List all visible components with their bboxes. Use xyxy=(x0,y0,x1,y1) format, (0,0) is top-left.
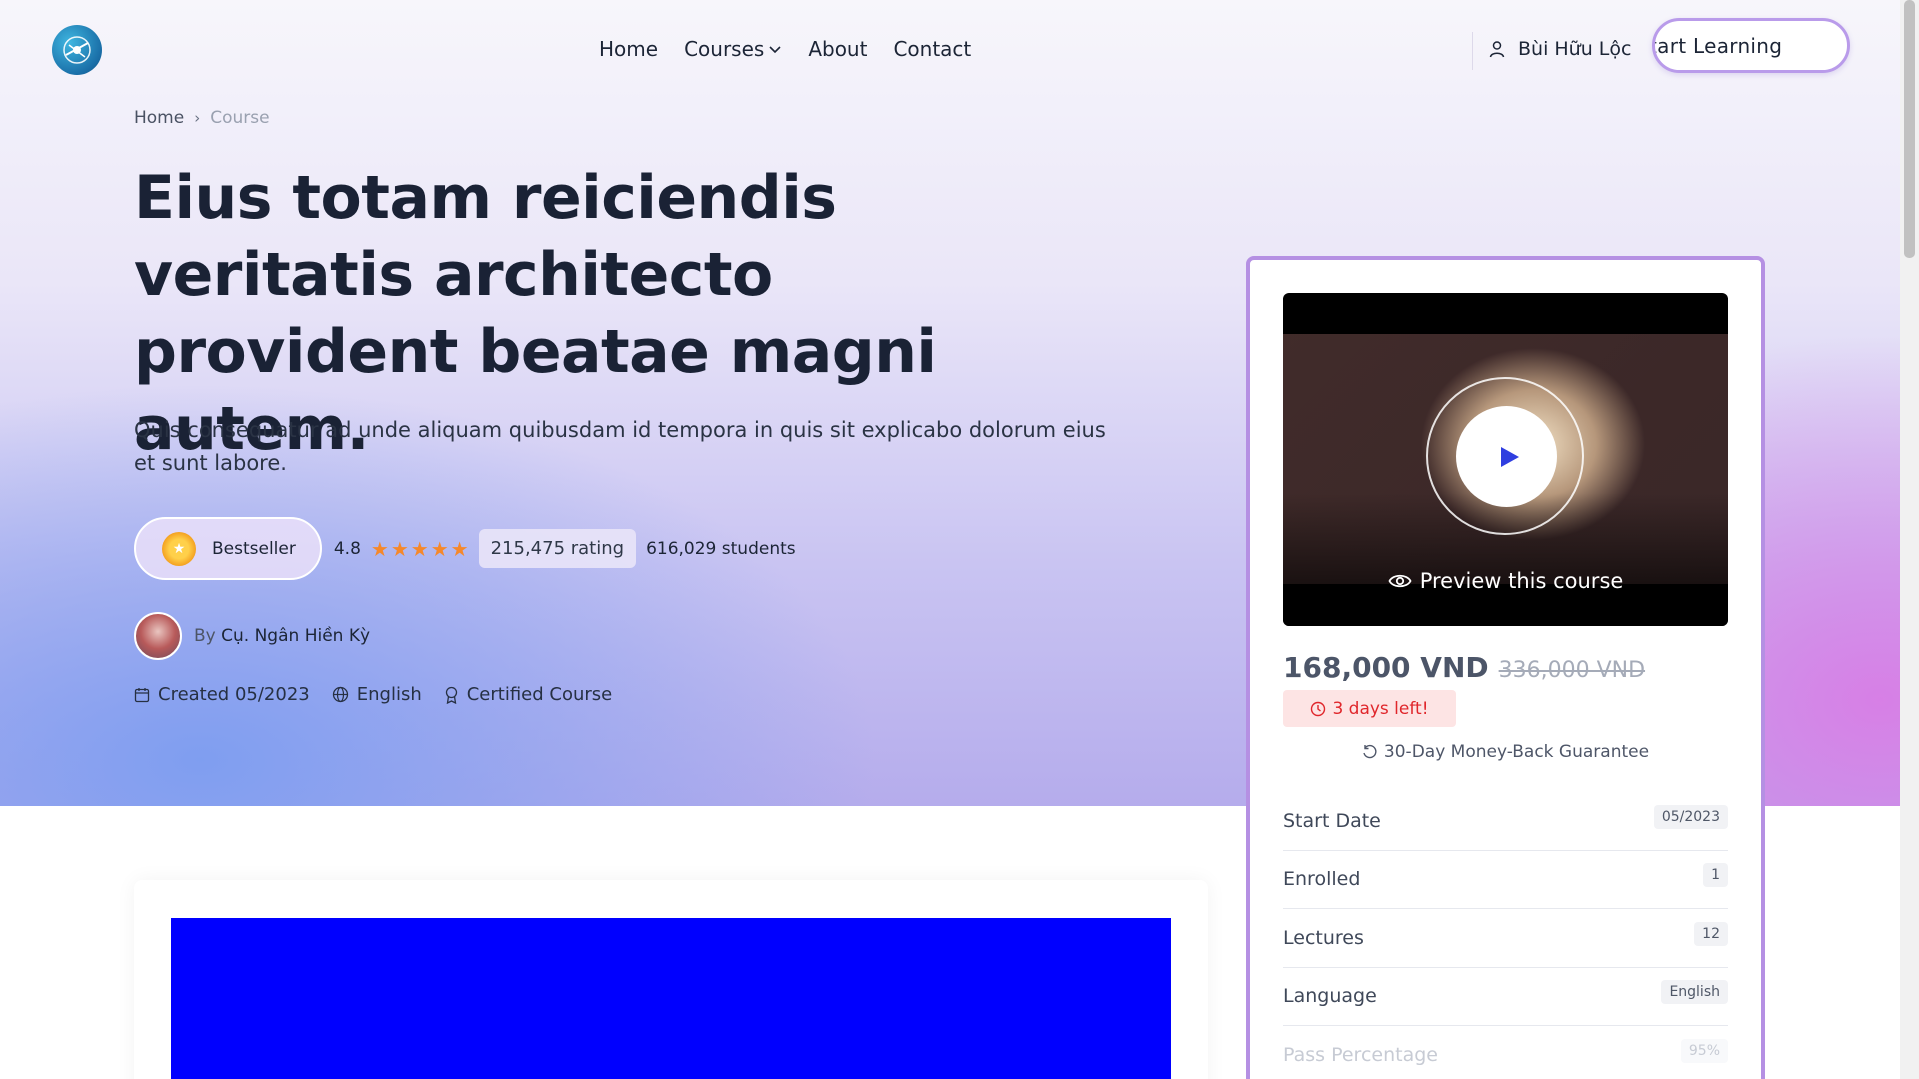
author: By Cụ. Ngân Hiền Kỳ xyxy=(134,612,370,660)
nav-home[interactable]: Home xyxy=(599,37,658,61)
award-icon xyxy=(445,686,457,704)
days-left-text: 3 days left! xyxy=(1332,698,1429,719)
detail-value: English xyxy=(1661,980,1728,1005)
preview-text: Preview this course xyxy=(1419,569,1624,593)
play-button[interactable] xyxy=(1456,406,1557,507)
header-divider xyxy=(1472,32,1473,70)
certified-course: Certified Course xyxy=(444,684,613,705)
badge-label: Bestseller xyxy=(212,538,296,559)
star-icon: ★ xyxy=(410,536,429,561)
nav-home-label: Home xyxy=(599,37,659,61)
breadcrumb-home[interactable]: Home xyxy=(134,108,184,128)
bestseller-badge: ★ Bestseller xyxy=(134,517,322,580)
detail-row-language: Language English xyxy=(1283,968,1728,1026)
nav-contact[interactable]: Contact xyxy=(893,37,971,61)
course-preview-video[interactable]: Preview this course xyxy=(1283,293,1728,626)
clock-icon xyxy=(1311,701,1326,716)
detail-value: 95% xyxy=(1680,1038,1728,1063)
scrollbar-thumb[interactable] xyxy=(1904,0,1915,258)
nav-contact-label: Contact xyxy=(893,37,972,61)
star-icon: ★ xyxy=(450,536,469,561)
preview-label[interactable]: Preview this course xyxy=(1283,569,1728,593)
detail-row-lectures: Lectures 12 xyxy=(1283,909,1728,968)
page-scrollbar[interactable] xyxy=(1900,0,1919,1079)
avatar[interactable] xyxy=(134,612,182,660)
author-name[interactable]: Cụ. Ngân Hiền Kỳ xyxy=(221,626,370,646)
detail-value: 05/2023 xyxy=(1653,804,1728,829)
logo-icon xyxy=(63,36,91,64)
days-left-badge: 3 days left! xyxy=(1283,690,1456,727)
breadcrumb-current: Course xyxy=(210,108,270,128)
calendar-icon xyxy=(134,687,150,702)
course-info: Created 05/2023 English Certified Course xyxy=(134,684,612,705)
breadcrumb-separator: › xyxy=(194,109,201,127)
nav-about[interactable]: About xyxy=(808,37,867,61)
start-learning-label: tart Learning xyxy=(1652,33,1783,58)
refresh-icon xyxy=(1363,744,1377,759)
course-meta: ★ Bestseller 4.8 ★ ★ ★ ★ ★ 215,475 ratin… xyxy=(134,517,796,580)
detail-label: Start Date xyxy=(1283,809,1381,832)
star-icon: ★ xyxy=(430,536,449,561)
detail-value: 1 xyxy=(1703,863,1728,888)
detail-value: 12 xyxy=(1694,921,1728,946)
nav-courses-label: Courses xyxy=(684,37,765,61)
user-menu[interactable]: Bùi Hữu Lộc xyxy=(1488,38,1631,60)
chevron-down-icon xyxy=(769,46,781,54)
course-details-list: Start Date 05/2023 Enrolled 1 Lectures 1… xyxy=(1283,792,1728,1079)
star-icon: ★ xyxy=(390,536,409,561)
nav-about-label: About xyxy=(808,37,868,61)
site-logo[interactable] xyxy=(52,25,102,75)
globe-icon xyxy=(332,686,348,703)
breadcrumb: Home › Course xyxy=(134,108,270,128)
rating-stars: ★ ★ ★ ★ ★ xyxy=(371,537,469,561)
nav-courses[interactable]: Courses xyxy=(684,37,782,61)
content-banner xyxy=(171,918,1171,1079)
price-current: 168,000 VND xyxy=(1283,651,1489,684)
course-subtitle: Quis consequatur ad unde aliquam quibusd… xyxy=(134,418,1106,475)
price-original: 336,000 VND xyxy=(1498,658,1646,683)
students-count: 616,029 students xyxy=(646,538,796,559)
medal-icon: ★ xyxy=(162,531,196,566)
star-icon: ★ xyxy=(370,536,389,561)
certified-label: Certified Course xyxy=(466,684,613,705)
start-learning-button[interactable]: tart Learning xyxy=(1652,18,1850,73)
guarantee-text: 30-Day Money-Back Guarantee xyxy=(1383,742,1650,762)
created-label: Created 05/2023 xyxy=(158,684,310,705)
detail-row-start-date: Start Date 05/2023 xyxy=(1283,792,1728,851)
rating-count: 215,475 rating xyxy=(478,529,637,568)
author-prefix: By xyxy=(194,626,216,646)
eye-icon xyxy=(1388,574,1412,588)
created-date: Created 05/2023 xyxy=(134,684,310,705)
user-icon xyxy=(1489,41,1505,58)
detail-row-pass-percentage: Pass Percentage 95% xyxy=(1283,1026,1728,1079)
detail-label: Pass Percentage xyxy=(1283,1043,1438,1066)
detail-row-enrolled: Enrolled 1 xyxy=(1283,851,1728,909)
play-icon xyxy=(1500,446,1519,467)
main-nav: Home Courses About Contact xyxy=(599,37,971,61)
detail-label: Lectures xyxy=(1283,926,1364,949)
rating-value: 4.8 xyxy=(333,538,361,559)
money-back-guarantee: 30-Day Money-Back Guarantee xyxy=(1283,742,1728,762)
detail-label: Language xyxy=(1283,985,1377,1008)
user-name: Bùi Hữu Lộc xyxy=(1518,38,1632,60)
language-label: English xyxy=(356,684,422,705)
detail-label: Enrolled xyxy=(1283,868,1361,891)
course-language: English xyxy=(332,684,422,705)
price: 168,000 VND 336,000 VND xyxy=(1283,651,1645,684)
